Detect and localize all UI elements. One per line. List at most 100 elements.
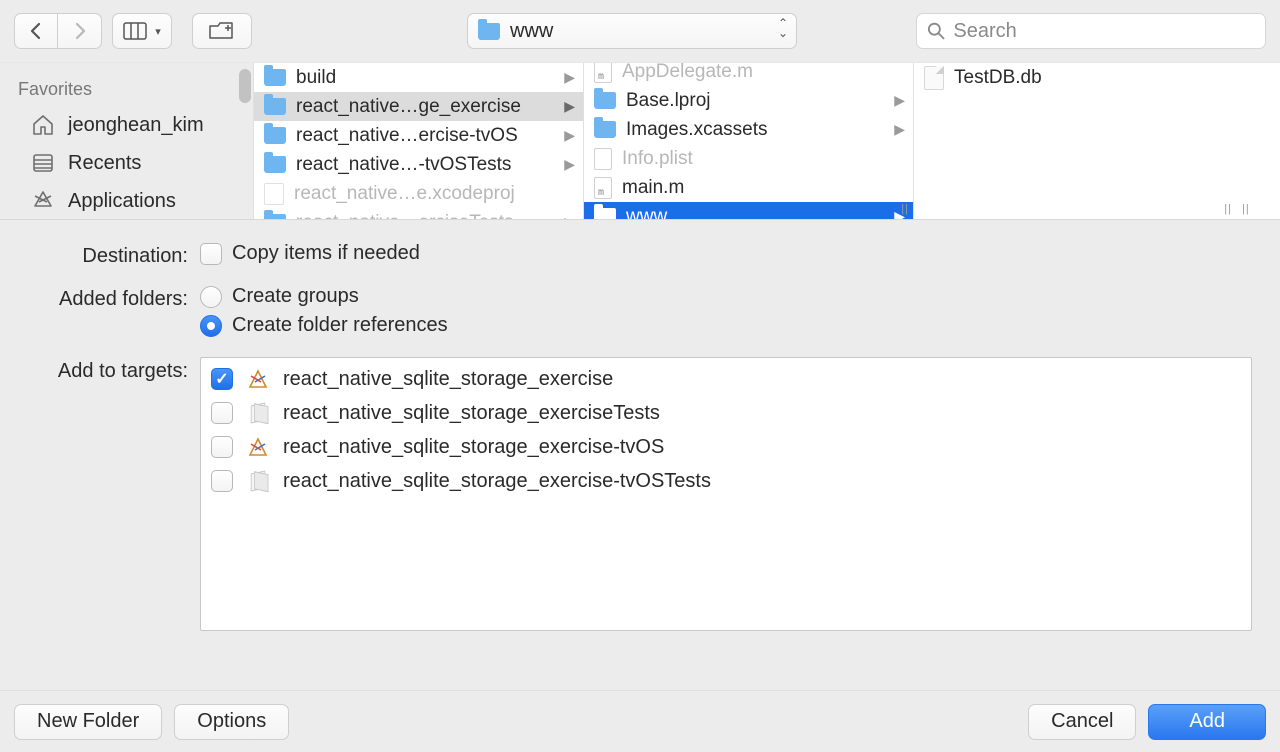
create-groups-radio[interactable]: [200, 286, 222, 308]
test-target-icon: [245, 468, 271, 494]
destination-label: Destination:: [28, 242, 200, 268]
file-label: react_native…erciseTests: [296, 212, 514, 220]
folder-icon: [478, 23, 500, 40]
file-row[interactable]: build ▶: [254, 63, 583, 92]
new-folder-button[interactable]: New Folder: [14, 704, 162, 740]
recents-icon: [30, 150, 56, 176]
create-groups-label: Create groups: [232, 285, 359, 308]
file-label: AppDelegate.m: [622, 63, 753, 83]
folder-icon: [594, 121, 616, 138]
new-folder-icon-button[interactable]: [192, 13, 252, 49]
chevron-down-icon: ▾: [155, 25, 161, 38]
add-button[interactable]: Add: [1148, 704, 1266, 740]
target-row[interactable]: react_native_sqlite_storage_exercise-tvO…: [201, 464, 1251, 498]
copy-items-label: Copy items if needed: [232, 242, 420, 265]
file-row[interactable]: www▶: [584, 202, 913, 219]
file-row[interactable]: AppDelegate.m: [584, 63, 913, 86]
search-input[interactable]: [953, 20, 1255, 43]
stepper-icon: ⌃⌄: [778, 18, 788, 38]
folder-icon: [264, 98, 286, 115]
options-panel: Destination: Copy items if needed Added …: [0, 220, 1280, 631]
path-popup[interactable]: www ⌃⌄: [467, 13, 797, 49]
file-label: main.m: [622, 177, 684, 199]
folder-icon: [594, 92, 616, 109]
target-label: react_native_sqlite_storage_exercise-tvO…: [283, 470, 711, 493]
file-m-icon: [594, 63, 612, 83]
sidebar-header: Favorites: [0, 73, 253, 106]
chevron-right-icon: ▶: [894, 121, 905, 138]
target-label: react_native_sqlite_storage_exercise-tvO…: [283, 436, 664, 459]
file-row[interactable]: react_native…ercise-tvOS ▶: [254, 121, 583, 150]
file-label: react_native…ercise-tvOS: [296, 125, 518, 147]
folder-icon: [264, 156, 286, 173]
options-button[interactable]: Options: [174, 704, 289, 740]
file-label: TestDB.db: [954, 67, 1042, 89]
app-target-icon: [245, 434, 271, 460]
app-target-icon: [245, 366, 271, 392]
chevron-right-icon: ▶: [894, 92, 905, 109]
sidebar-item-apps[interactable]: Applications: [0, 182, 253, 220]
sidebar-item-home[interactable]: jeonghean_kim: [0, 106, 253, 144]
column-resize-grip[interactable]: ||: [1236, 203, 1256, 219]
file-label: Images.xcassets: [626, 119, 768, 141]
test-target-icon: [245, 400, 271, 426]
chevron-right-icon: ▶: [564, 214, 575, 219]
column-resize-grip[interactable]: ||: [1224, 203, 1232, 215]
search-field[interactable]: [916, 13, 1266, 49]
file-row[interactable]: TestDB.db: [914, 63, 1236, 92]
file-label: Info.plist: [622, 148, 693, 170]
apps-icon: [30, 188, 56, 214]
sidebar-item-recents[interactable]: Recents: [0, 144, 253, 182]
file-row[interactable]: react_native…-tvOSTests▶: [254, 150, 583, 179]
file-label: Base.lproj: [626, 90, 711, 112]
file-label: www: [626, 206, 667, 220]
target-label: react_native_sqlite_storage_exercise: [283, 368, 613, 391]
target-row[interactable]: react_native_sqlite_storage_exerciseTest…: [201, 396, 1251, 430]
file-row[interactable]: react_native…e.xcodeproj: [254, 179, 583, 208]
target-checkbox[interactable]: [211, 368, 233, 390]
folder-icon: [264, 214, 286, 219]
column-resize-grip[interactable]: ||: [901, 203, 909, 215]
cancel-button[interactable]: Cancel: [1028, 704, 1136, 740]
file-row[interactable]: react_native…erciseTests ▶: [254, 208, 583, 219]
create-folder-refs-label: Create folder references: [232, 314, 448, 337]
path-label: www: [510, 20, 553, 43]
search-icon: [927, 21, 945, 41]
scrollbar-thumb[interactable]: [239, 69, 251, 103]
folder-icon: [594, 208, 616, 219]
target-row[interactable]: react_native_sqlite_storage_exercise: [201, 362, 1251, 396]
sidebar: Favorites jeonghean_kim Recents Applicatio…: [0, 63, 253, 219]
folder-icon: [264, 127, 286, 144]
sidebar-item-label: Recents: [68, 152, 141, 175]
create-folder-refs-radio[interactable]: [200, 315, 222, 337]
target-checkbox[interactable]: [211, 470, 233, 492]
file-m-icon: [594, 177, 612, 199]
file-browser: Favorites jeonghean_kim Recents Applicatio…: [0, 63, 1280, 220]
file-row[interactable]: Info.plist: [584, 144, 913, 173]
added-folders-label: Added folders:: [28, 285, 200, 311]
chevron-right-icon: ▶: [564, 69, 575, 86]
column-3: TestDB.db ||: [913, 63, 1236, 219]
file-label: react_native…-tvOSTests: [296, 154, 511, 176]
file-label: build: [296, 67, 336, 89]
column-1: build▶react_native…ge_exercise▶react_nat…: [253, 63, 583, 219]
target-label: react_native_sqlite_storage_exerciseTest…: [283, 402, 660, 425]
back-button[interactable]: [14, 13, 58, 49]
target-checkbox[interactable]: [211, 436, 233, 458]
file-row[interactable]: main.m: [584, 173, 913, 202]
view-mode-button[interactable]: ▾: [112, 13, 172, 49]
copy-items-checkbox[interactable]: [200, 243, 222, 265]
chevron-right-icon: ▶: [564, 127, 575, 144]
file-row[interactable]: Images.xcassets ▶: [584, 115, 913, 144]
file-row[interactable]: react_native…ge_exercise▶: [254, 92, 583, 121]
file-row[interactable]: Base.lproj ▶: [584, 86, 913, 115]
file-label: react_native…e.xcodeproj: [294, 183, 515, 205]
forward-button[interactable]: [58, 13, 102, 49]
chevron-right-icon: ▶: [564, 98, 575, 115]
target-checkbox[interactable]: [211, 402, 233, 424]
target-row[interactable]: react_native_sqlite_storage_exercise-tvO…: [201, 430, 1251, 464]
file-icon: [594, 148, 612, 170]
sidebar-item-label: Applications: [68, 190, 176, 213]
file-icon: [924, 66, 944, 90]
targets-list: react_native_sqlite_storage_exercisereac…: [200, 357, 1252, 631]
